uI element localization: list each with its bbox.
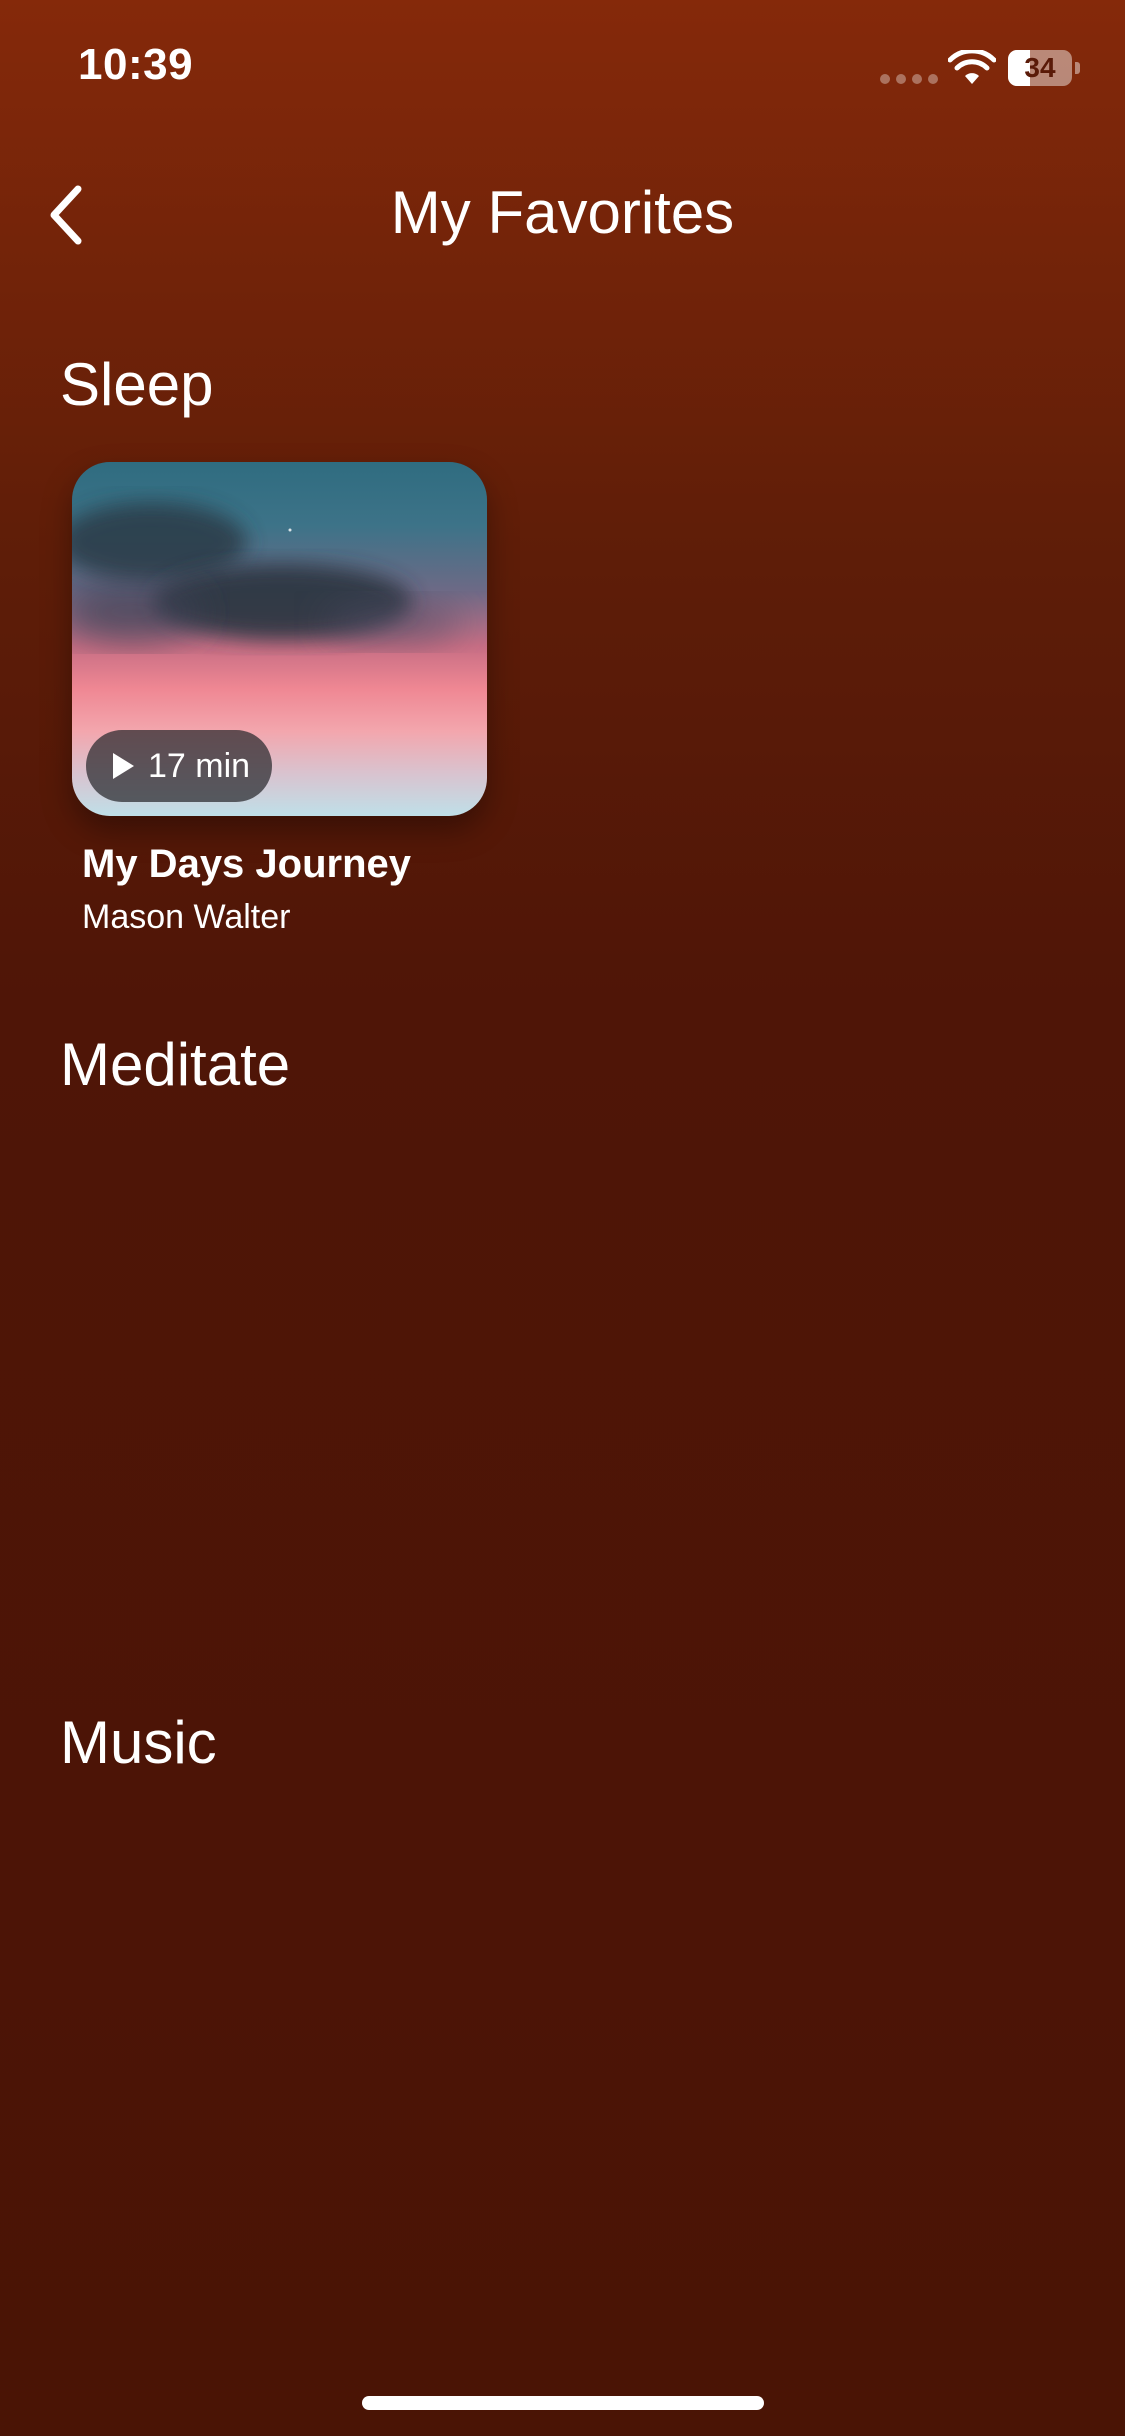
card-author: Mason Walter (82, 898, 291, 936)
section-title-sleep: Sleep (60, 351, 214, 418)
play-icon (113, 753, 134, 779)
wifi-icon (948, 50, 996, 84)
duration-label: 17 min (148, 746, 251, 785)
home-indicator[interactable] (362, 2396, 764, 2410)
section-title-meditate: Meditate (60, 1031, 291, 1098)
favorite-card[interactable]: 17 min My Days Journey Mason Walter (72, 462, 487, 936)
page-title: My Favorites (390, 179, 735, 246)
status-bar: 10:39 34 (0, 0, 1125, 140)
status-time: 10:39 (78, 40, 194, 89)
battery-level: 34 (1024, 52, 1056, 83)
section-title-music: Music (60, 1709, 217, 1776)
card-title: My Days Journey (82, 842, 412, 886)
battery-icon: 34 (1008, 50, 1080, 86)
duration-badge[interactable]: 17 min (86, 730, 273, 802)
card-thumbnail: 17 min (72, 462, 487, 816)
cellular-signal-icon (880, 74, 938, 84)
